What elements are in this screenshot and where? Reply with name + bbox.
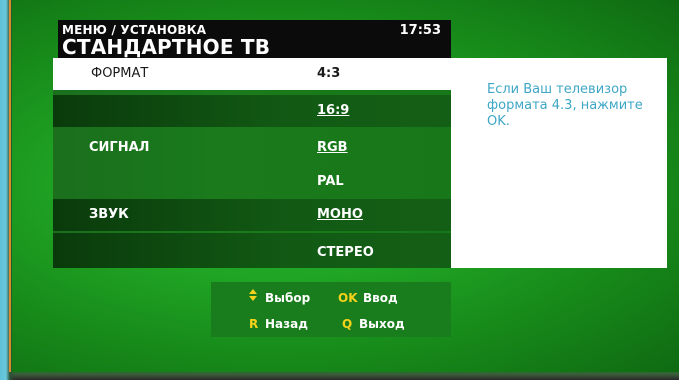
- option-stereo[interactable]: СТЕРЕО: [317, 245, 374, 260]
- menu-header: МЕНЮ / УСТАНОВКА СТАНДАРТНОЕ ТВ 17:53: [58, 20, 451, 59]
- page-title: СТАНДАРТНОЕ ТВ: [62, 35, 271, 59]
- menu-row-signal-pal[interactable]: PAL: [53, 166, 451, 198]
- setting-label-sound: ЗВУК: [89, 207, 129, 222]
- option-mono[interactable]: МОНО: [317, 207, 363, 222]
- setting-label-format: ФОРМАТ: [91, 66, 149, 81]
- hint-back-key: R: [249, 317, 259, 331]
- clock: 17:53: [399, 23, 441, 38]
- menu-row-format-43[interactable]: ФОРМАТ 4:3: [53, 58, 451, 90]
- bezel-edge: [9, 0, 11, 372]
- settings-panel: ФОРМАТ 4:3 16:9 СИГНАЛ RGB PAL ЗВУК МОНО…: [53, 58, 451, 268]
- help-text: Если Ваш телевизор формата 4.3, нажмите …: [487, 82, 643, 129]
- help-panel: Если Ваш телевизор формата 4.3, нажмите …: [451, 58, 667, 268]
- menu-row-sound-stereo[interactable]: СТЕРЕО: [53, 233, 451, 268]
- hint-select-label: Выбор: [265, 291, 311, 305]
- remote-hints-bar: Выбор OK Ввод R Назад Q Выход: [211, 282, 451, 337]
- hint-back-label: Назад: [265, 317, 308, 331]
- arrow-down-icon: [249, 296, 257, 301]
- menu-row-format-169[interactable]: 16:9: [53, 95, 451, 127]
- option-16-9[interactable]: 16:9: [317, 103, 349, 118]
- arrow-up-icon: [249, 289, 257, 294]
- option-4-3[interactable]: 4:3: [317, 66, 340, 81]
- hint-exit-label: Выход: [359, 317, 405, 331]
- hint-ok-label: Ввод: [363, 291, 398, 305]
- option-pal[interactable]: PAL: [317, 174, 344, 189]
- setting-label-signal: СИГНАЛ: [89, 140, 150, 155]
- option-rgb[interactable]: RGB: [317, 140, 348, 155]
- hint-exit-key: Q: [342, 317, 353, 331]
- hint-ok-key: OK: [338, 291, 358, 305]
- menu-row-signal-rgb[interactable]: СИГНАЛ RGB: [53, 132, 451, 164]
- menu-row-sound-mono[interactable]: ЗВУК МОНО: [53, 199, 451, 231]
